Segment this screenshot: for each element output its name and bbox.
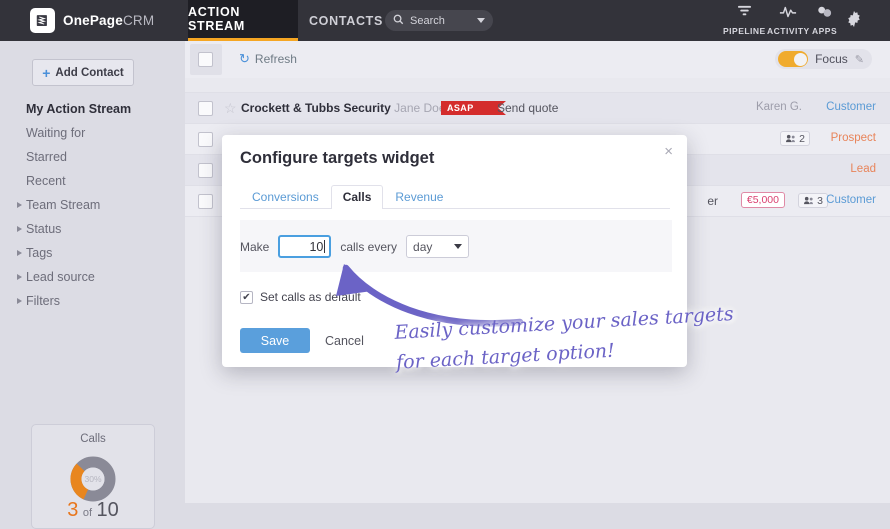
curved-arrow-icon (336, 264, 524, 327)
app-root: OnePageCRM ACTION STREAM CONTACTS Search… (0, 0, 890, 529)
calls-of-label: of (82, 507, 93, 519)
